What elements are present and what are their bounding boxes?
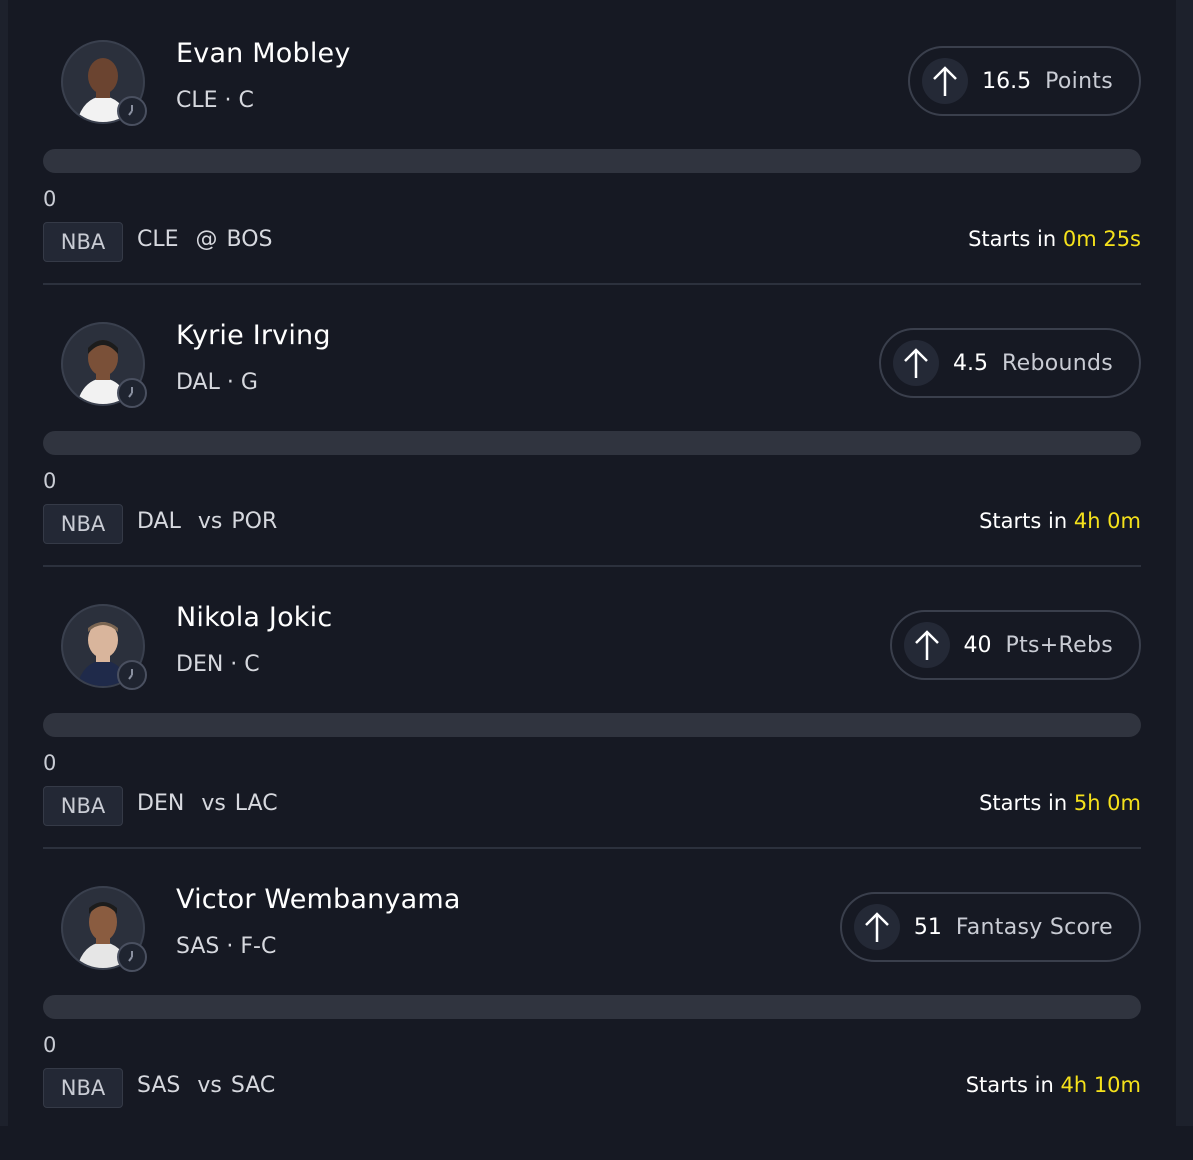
projection-pill[interactable]: 40 Pts+Rebs: [889, 610, 1141, 680]
player-team-position: DAL · G: [176, 370, 258, 395]
countdown: 4h 10m: [1060, 1073, 1141, 1097]
matchup-separator: vs: [201, 791, 226, 816]
projection-line: 40: [963, 632, 992, 658]
matchup-separator: vs: [197, 1073, 222, 1098]
player-name: Kyrie Irving: [176, 320, 331, 351]
current-stat-value: 0: [43, 469, 57, 493]
stat-type: Points: [1045, 68, 1113, 94]
start-time: Starts in 4h 10m: [966, 1073, 1141, 1097]
starts-label: Starts in: [965, 1073, 1061, 1097]
league-badge: NBA: [43, 222, 123, 262]
progress-bar: [43, 713, 1141, 737]
matchup-separator: vs: [197, 509, 223, 534]
league-badge: NBA: [43, 504, 123, 544]
card-divider: [43, 565, 1141, 567]
arrow-up-icon[interactable]: [922, 58, 969, 104]
progress-bar: [43, 431, 1141, 455]
start-time: Starts in 4h 0m: [979, 509, 1141, 533]
pick-list: Evan Mobley CLE · C 16.5 Points 0 NBA CL…: [0, 0, 1193, 1126]
projection-line: 4.5: [953, 350, 989, 376]
card-divider: [43, 847, 1141, 849]
arrow-up-icon[interactable]: [853, 904, 900, 950]
stat-type: Rebounds: [1002, 350, 1113, 376]
progress-bar: [43, 149, 1141, 173]
player-team-position: SAS · F-C: [176, 934, 277, 959]
projection-line: 16.5: [982, 68, 1032, 94]
countdown: 5h 0m: [1073, 791, 1141, 815]
start-time: Starts in 5h 0m: [979, 791, 1141, 815]
left-edge: [0, 0, 8, 1126]
starts-label: Starts in: [979, 509, 1074, 533]
countdown: 4h 0m: [1073, 509, 1141, 533]
pick-card[interactable]: Victor Wembanyama SAS · F-C 51 Fantasy S…: [43, 878, 1141, 1160]
player-name: Nikola Jokic: [176, 602, 333, 633]
team-abbr: SAS: [137, 1073, 181, 1098]
arrow-up-icon[interactable]: [903, 622, 950, 668]
player-team-position: CLE · C: [176, 88, 254, 113]
countdown: 0m 25s: [1062, 227, 1141, 251]
matchup: DAL vs POR: [137, 509, 277, 534]
opponent-abbr: LAC: [234, 791, 278, 816]
progress-bar: [43, 995, 1141, 1019]
clock-icon: [117, 96, 147, 126]
right-edge: [1176, 0, 1193, 1126]
matchup-separator: @: [195, 227, 218, 252]
team-abbr: DEN: [137, 791, 185, 816]
team-abbr: CLE: [137, 227, 179, 252]
player-name: Evan Mobley: [176, 38, 351, 69]
league-badge: NBA: [43, 786, 123, 826]
start-time: Starts in 0m 25s: [968, 227, 1141, 251]
pick-card[interactable]: Nikola Jokic DEN · C 40 Pts+Rebs 0 NBA D…: [43, 596, 1141, 878]
pick-card[interactable]: Evan Mobley CLE · C 16.5 Points 0 NBA CL…: [43, 32, 1141, 314]
stat-type: Pts+Rebs: [1005, 632, 1113, 658]
starts-label: Starts in: [968, 227, 1063, 251]
opponent-abbr: SAC: [230, 1073, 276, 1098]
clock-icon: [117, 660, 147, 690]
clock-icon: [117, 378, 147, 408]
league-badge: NBA: [43, 1068, 123, 1108]
matchup: DEN vs LAC: [137, 791, 278, 816]
stat-type: Fantasy Score: [955, 914, 1113, 940]
card-divider: [43, 283, 1141, 285]
arrow-up-icon[interactable]: [893, 340, 940, 386]
current-stat-value: 0: [43, 1033, 57, 1057]
projection-pill[interactable]: 16.5 Points: [908, 46, 1141, 116]
projection-pill[interactable]: 4.5 Rebounds: [879, 328, 1141, 398]
team-abbr: DAL: [137, 509, 181, 534]
pick-card[interactable]: Kyrie Irving DAL · G 4.5 Rebounds 0 NBA …: [43, 314, 1141, 596]
player-team-position: DEN · C: [176, 652, 260, 677]
matchup: SAS vs SAC: [137, 1073, 275, 1098]
starts-label: Starts in: [979, 791, 1074, 815]
current-stat-value: 0: [43, 751, 57, 775]
projection-pill[interactable]: 51 Fantasy Score: [839, 892, 1141, 962]
opponent-abbr: POR: [231, 509, 278, 534]
projection-line: 51: [913, 914, 942, 940]
current-stat-value: 0: [43, 187, 57, 211]
opponent-abbr: BOS: [226, 227, 273, 252]
matchup: CLE @ BOS: [137, 227, 273, 252]
player-name: Victor Wembanyama: [176, 884, 461, 915]
clock-icon: [117, 942, 147, 972]
